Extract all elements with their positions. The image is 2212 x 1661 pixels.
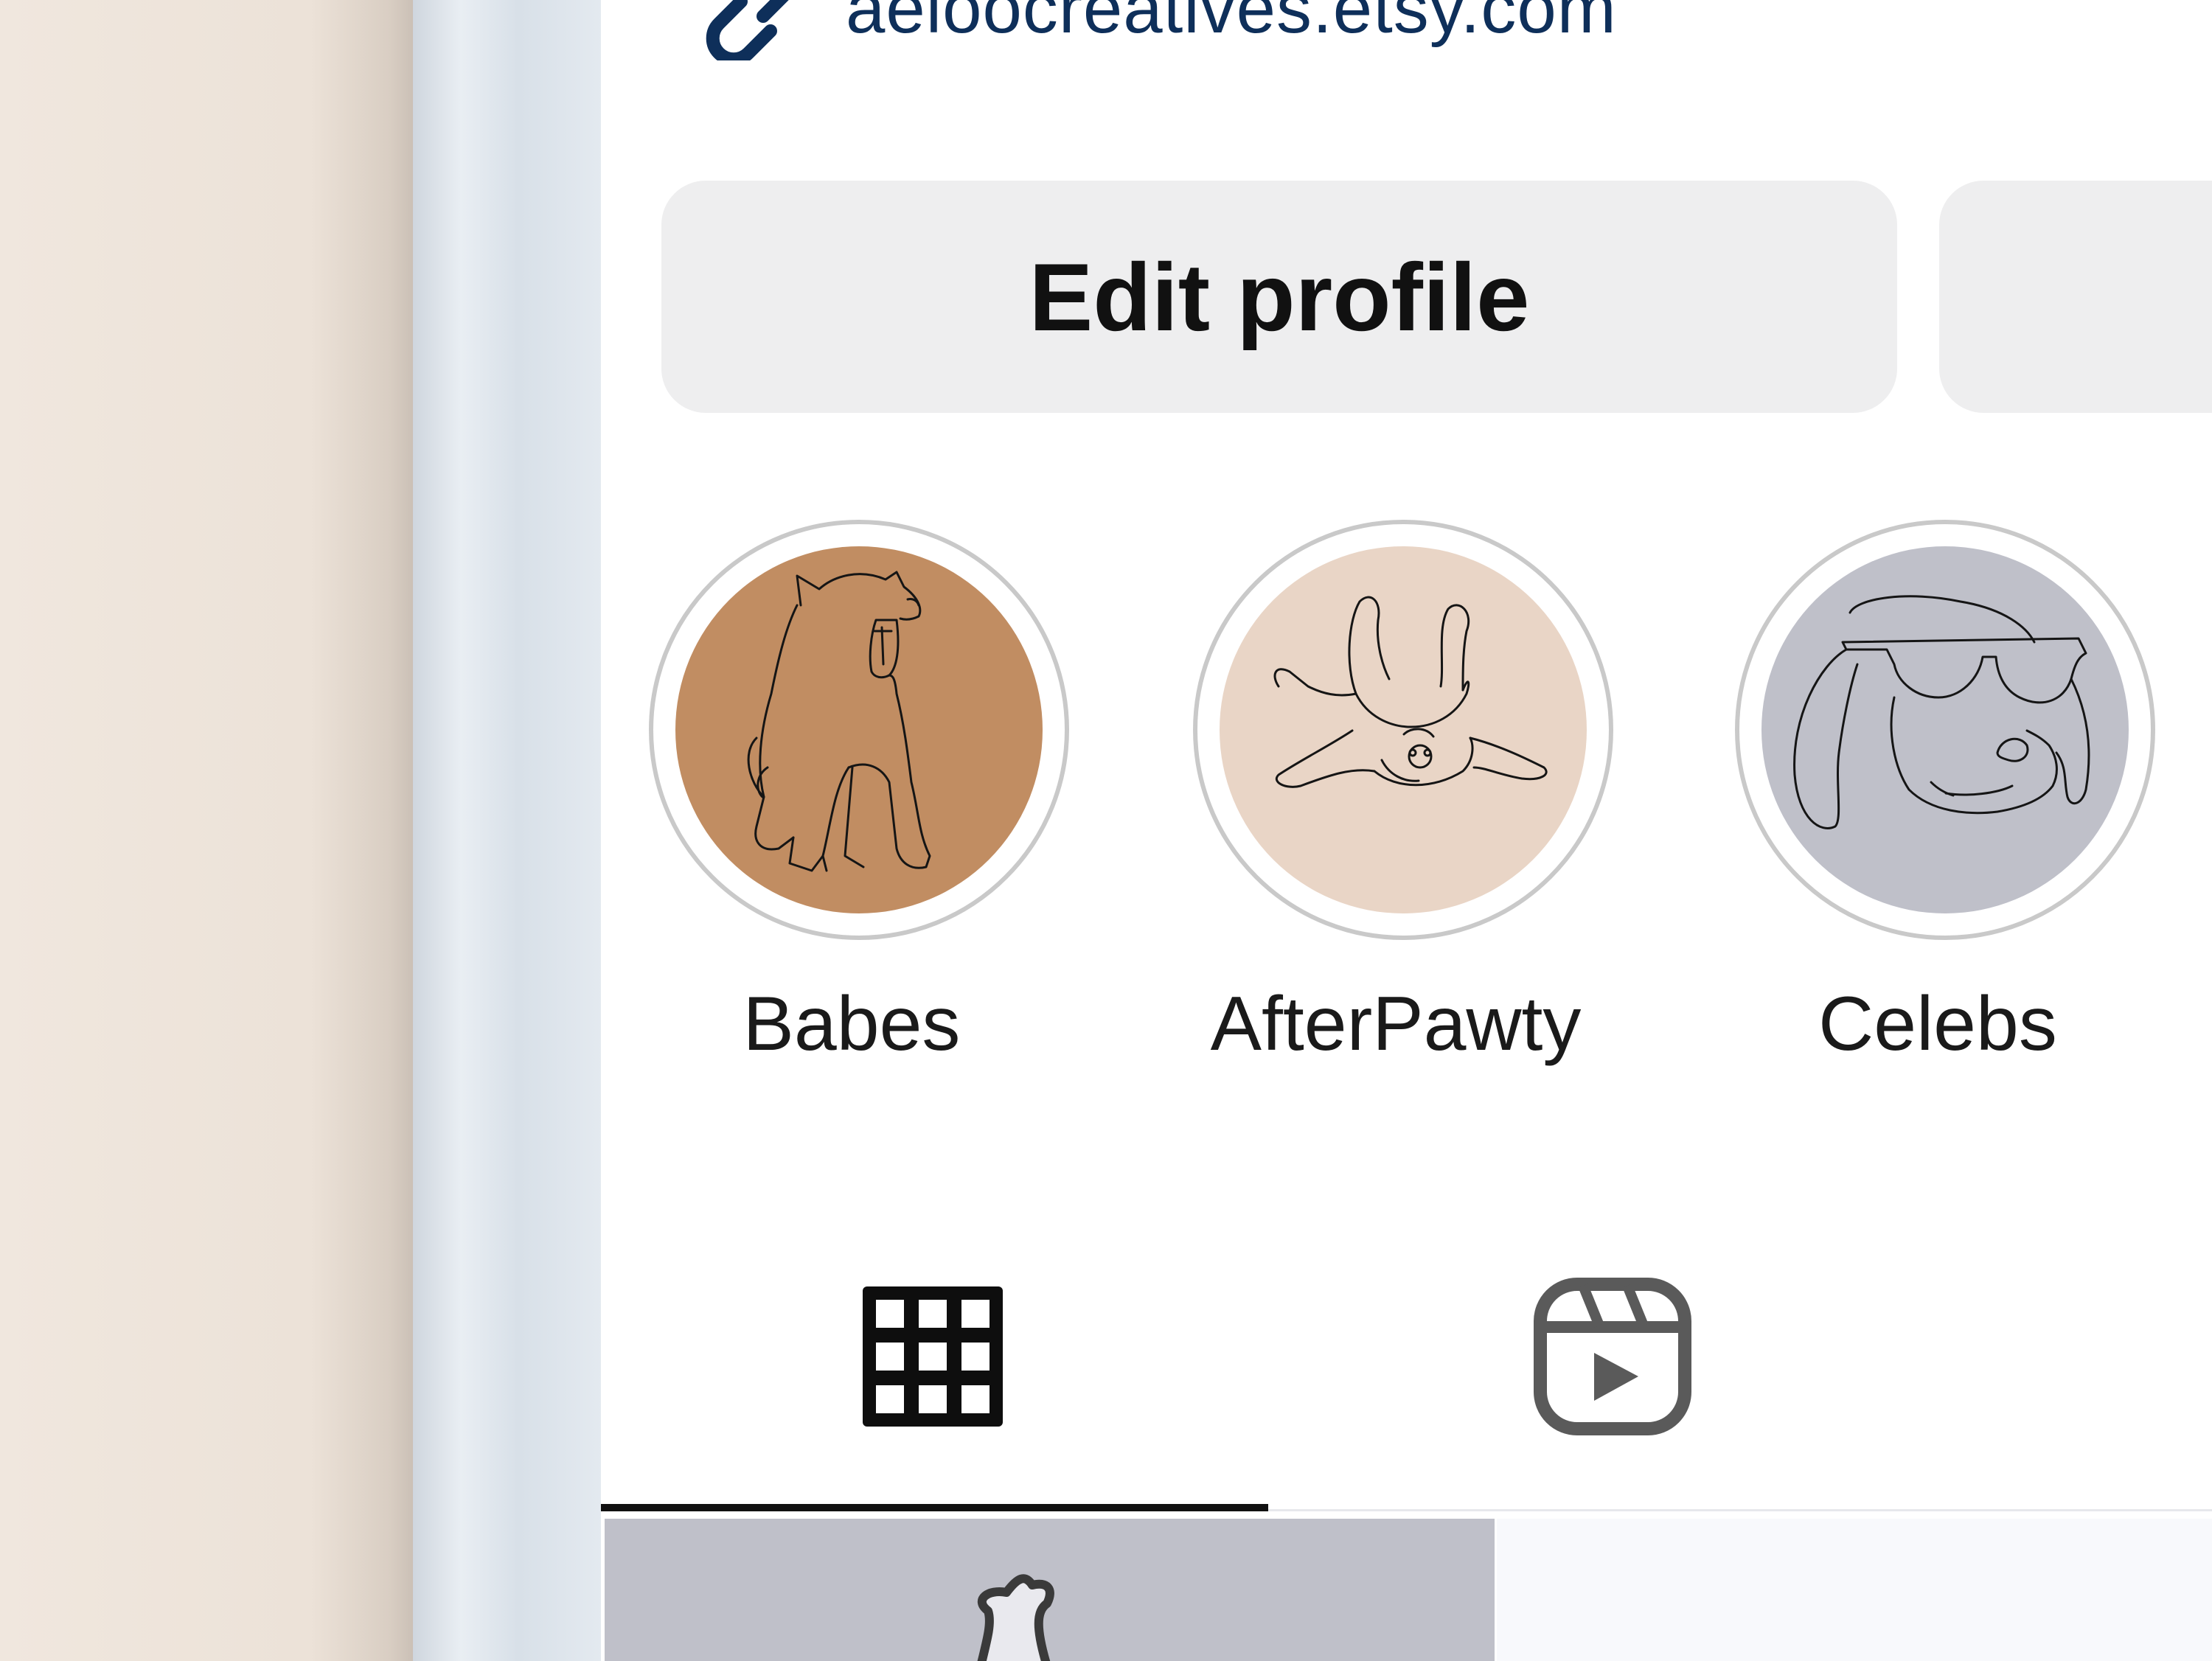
highlight-cover-celebs	[1761, 546, 2129, 913]
dog-on-back-illustration	[1273, 596, 1548, 788]
highlight-label-babes: Babes	[742, 981, 961, 1067]
highlight-label-afterpawty: AfterPawty	[1210, 981, 1582, 1067]
reels-icon	[1534, 1278, 1691, 1435]
edit-profile-label: Edit profile	[1029, 243, 1530, 351]
profile-link[interactable]: aeloocreatives.etsy.com	[689, 0, 1617, 60]
instagram-profile-screen: aeloocreatives.etsy.com Edit profile Bab…	[601, 0, 2212, 1661]
active-tab-indicator	[601, 1504, 1268, 1511]
edit-profile-button[interactable]: Edit profile	[661, 181, 1897, 413]
background-surface	[0, 0, 442, 1661]
story-highlight-afterpawty[interactable]	[1193, 520, 1613, 940]
highlight-label-celebs: Celebs	[1818, 981, 2057, 1067]
share-profile-button[interactable]	[1939, 181, 2212, 413]
story-highlight-celebs[interactable]	[1735, 520, 2155, 940]
phone-frame	[413, 0, 605, 1661]
grid-icon	[863, 1286, 1003, 1427]
tabs-divider	[1268, 1509, 2212, 1511]
tab-reels[interactable]	[1531, 1275, 1694, 1438]
highlight-cover-afterpawty	[1220, 546, 1587, 913]
story-highlight-babes[interactable]	[649, 520, 1069, 940]
highlight-cover-babes	[675, 546, 1043, 913]
dog-with-sunglasses-illustration	[1793, 595, 2090, 829]
grid-post[interactable]	[605, 1519, 1495, 1661]
yawning-puppy-illustration	[747, 571, 931, 872]
star-sketch-illustration	[977, 1574, 1054, 1661]
link-icon	[706, 0, 789, 60]
grid-post[interactable]	[1497, 1519, 2212, 1661]
profile-link-text[interactable]: aeloocreatives.etsy.com	[846, 0, 1617, 49]
tab-posts-grid[interactable]	[855, 1279, 1010, 1434]
